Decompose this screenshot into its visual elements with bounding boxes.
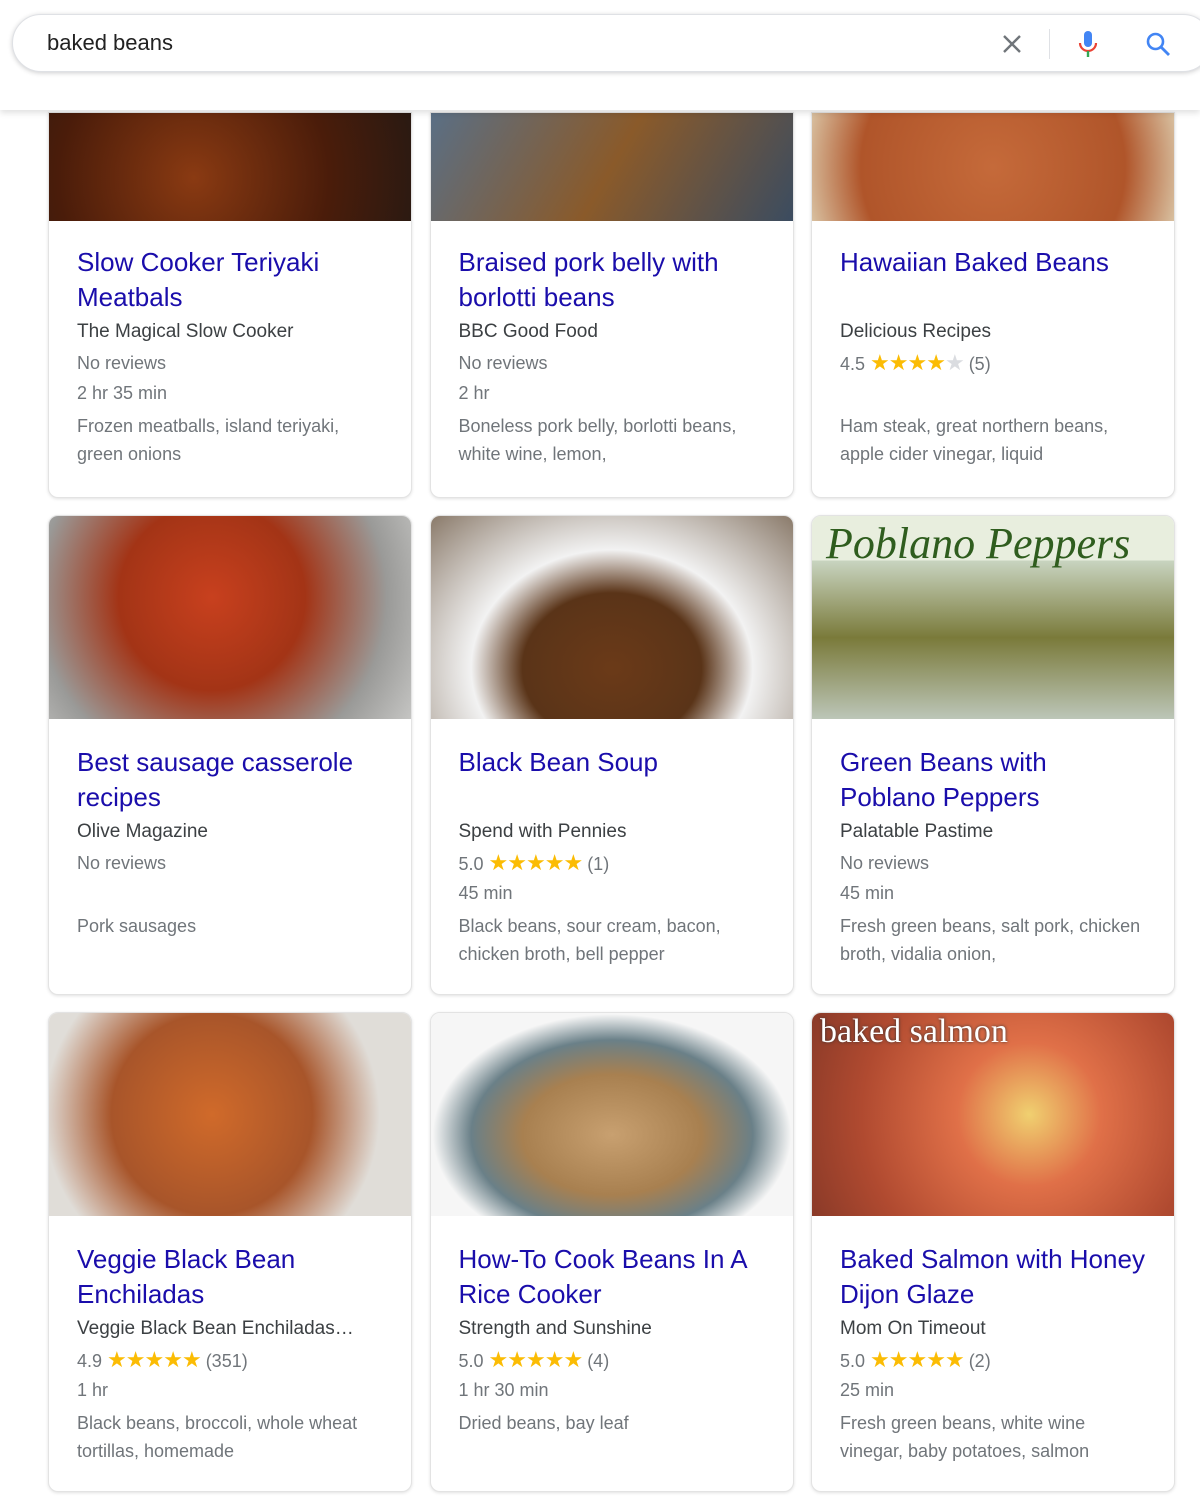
recipe-card[interactable]: Slow Cooker Teriyaki Meatbals The Magical… bbox=[48, 112, 412, 498]
recipe-title[interactable]: Hawaiian Baked Beans bbox=[840, 245, 1146, 315]
rating-value: 4.5 bbox=[840, 354, 866, 374]
recipe-card[interactable]: Braised pork belly with borlotti beans BB… bbox=[429, 112, 794, 498]
recipe-title[interactable]: Braised pork belly with borlotti beans bbox=[459, 245, 765, 315]
rating-row: 5.0 ★★★★★ (1) bbox=[459, 848, 765, 878]
rating-value: 5.0 bbox=[840, 1351, 866, 1371]
image-caption: Poblano Peppers bbox=[826, 519, 1131, 568]
recipe-title[interactable]: Baked Salmon with Honey Dijon Glaze bbox=[840, 1242, 1146, 1312]
recipe-source: BBC Good Food bbox=[458, 321, 598, 342]
ingredients: Dried beans, bay leaf bbox=[458, 1413, 629, 1433]
recipe-source: Strength and Sunshine bbox=[458, 1318, 652, 1339]
review-count: No reviews bbox=[458, 353, 548, 373]
rating-row: No reviews bbox=[840, 848, 1146, 878]
rating-value: 4.9 bbox=[77, 1351, 103, 1371]
cook-time: 45 min bbox=[840, 883, 895, 903]
review-count: (4) bbox=[587, 1351, 610, 1371]
recipe-title[interactable]: Green Beans with Poblano Peppers bbox=[840, 745, 1146, 815]
rating-row: 4.9 ★★★★★ (351) bbox=[77, 1345, 383, 1375]
cook-time: 2 hr 35 min bbox=[77, 383, 168, 403]
ingredients: Fresh green beans, salt pork, chicken br… bbox=[840, 916, 1141, 964]
recipe-card[interactable]: Black Bean Soup Spend with Pennies 5.0 ★★★… bbox=[429, 515, 794, 995]
recipe-image[interactable] bbox=[430, 516, 793, 719]
search-input[interactable] bbox=[47, 25, 847, 61]
recipe-card[interactable]: Best sausage casserole recipes Olive Maga… bbox=[48, 515, 412, 995]
search-bar bbox=[12, 14, 1200, 72]
recipe-title[interactable]: Black Bean Soup bbox=[459, 745, 765, 815]
ingredients: Fresh green beans, white wine vinegar, b… bbox=[840, 1413, 1090, 1461]
cook-time bbox=[77, 878, 383, 908]
review-count: (351) bbox=[205, 1351, 248, 1371]
star-rating-icon: ★★★★★ bbox=[870, 1347, 965, 1372]
recipe-card[interactable]: Hawaiian Baked Beans Delicious Recipes 4.5… bbox=[811, 112, 1175, 498]
review-count: No reviews bbox=[77, 353, 167, 373]
recipe-image[interactable] bbox=[430, 113, 793, 221]
star-rating-icon: ★★★★★ bbox=[488, 1347, 584, 1372]
recipe-image[interactable] bbox=[812, 113, 1174, 221]
ingredients: Black beans, broccoli, whole wheat torti… bbox=[77, 1413, 358, 1461]
review-count: (2) bbox=[968, 1351, 991, 1371]
star-rating-icon: ★★★★★ bbox=[488, 850, 584, 875]
recipe-image[interactable] bbox=[49, 1013, 411, 1216]
recipe-card[interactable]: baked salmon Baked Salmon with Honey Dijo… bbox=[811, 1012, 1175, 1492]
review-count: No reviews bbox=[77, 853, 167, 873]
recipe-image[interactable] bbox=[430, 1013, 793, 1216]
recipe-source: Palatable Pastime bbox=[840, 821, 994, 842]
ingredients: Black beans, sour cream, bacon, chicken … bbox=[458, 916, 721, 964]
rating-row: 5.0 ★★★★★ (2) bbox=[840, 1345, 1146, 1375]
ingredients: Boneless pork belly, borlotti beans, whi… bbox=[458, 416, 737, 464]
recipe-source: Veggie Black Bean Enchiladas… bbox=[77, 1318, 354, 1339]
rating-row: No reviews bbox=[77, 348, 383, 378]
star-rating-icon: ★★★★★ bbox=[107, 1347, 202, 1372]
recipe-image[interactable] bbox=[49, 113, 411, 221]
recipe-title[interactable]: Slow Cooker Teriyaki Meatbals bbox=[77, 245, 383, 315]
cook-time: 25 min bbox=[840, 1380, 895, 1400]
recipe-card[interactable]: Poblano Peppers Green Beans with Poblano … bbox=[811, 515, 1175, 995]
search-header bbox=[0, 0, 1200, 110]
divider bbox=[1049, 29, 1050, 59]
rating-value: 5.0 bbox=[458, 1351, 484, 1371]
recipe-image[interactable]: Poblano Peppers bbox=[812, 516, 1174, 719]
rating-row: No reviews bbox=[459, 348, 765, 378]
recipe-source: Olive Magazine bbox=[77, 821, 208, 842]
cook-time: 1 hr bbox=[77, 1380, 109, 1400]
rating-row: 4.5 ★★★★★ (5) bbox=[840, 348, 1146, 378]
cook-time: 1 hr 30 min bbox=[458, 1380, 549, 1400]
recipe-title[interactable]: Best sausage casserole recipes bbox=[77, 745, 383, 815]
recipe-image[interactable] bbox=[49, 516, 411, 719]
recipe-source: The Magical Slow Cooker bbox=[77, 321, 294, 342]
recipe-title[interactable]: How-To Cook Beans In A Rice Cooker bbox=[459, 1242, 765, 1312]
review-count: No reviews bbox=[840, 853, 930, 873]
ingredients: Pork sausages bbox=[77, 916, 197, 936]
ingredients: Frozen meatballs, island teriyaki, green… bbox=[77, 416, 340, 464]
image-caption: baked salmon bbox=[820, 1013, 1008, 1050]
cook-time: 2 hr bbox=[458, 383, 490, 403]
rating-row: 5.0 ★★★★★ (4) bbox=[459, 1345, 765, 1375]
recipe-source: Spend with Pennies bbox=[458, 821, 627, 842]
rating-value: 5.0 bbox=[458, 854, 484, 874]
cook-time bbox=[840, 378, 1146, 408]
recipe-image[interactable]: baked salmon bbox=[812, 1013, 1174, 1216]
close-icon[interactable] bbox=[995, 27, 1029, 61]
rating-row: No reviews bbox=[77, 848, 383, 878]
recipe-title[interactable]: Veggie Black Bean Enchiladas bbox=[77, 1242, 383, 1312]
microphone-icon[interactable] bbox=[1071, 27, 1105, 61]
cook-time: 45 min bbox=[458, 883, 513, 903]
review-count: (5) bbox=[968, 354, 991, 374]
review-count: (1) bbox=[587, 854, 610, 874]
recipe-source: Delicious Recipes bbox=[840, 321, 992, 342]
recipe-card[interactable]: How-To Cook Beans In A Rice Cooker Streng… bbox=[429, 1012, 794, 1492]
star-rating-icon: ★★★★★ bbox=[870, 350, 965, 375]
ingredients: Ham steak, great northern beans, apple c… bbox=[840, 416, 1109, 464]
search-icon[interactable] bbox=[1141, 27, 1175, 61]
recipe-source: Mom On Timeout bbox=[840, 1318, 986, 1339]
recipe-card[interactable]: Veggie Black Bean Enchiladas Veggie Black… bbox=[48, 1012, 412, 1492]
